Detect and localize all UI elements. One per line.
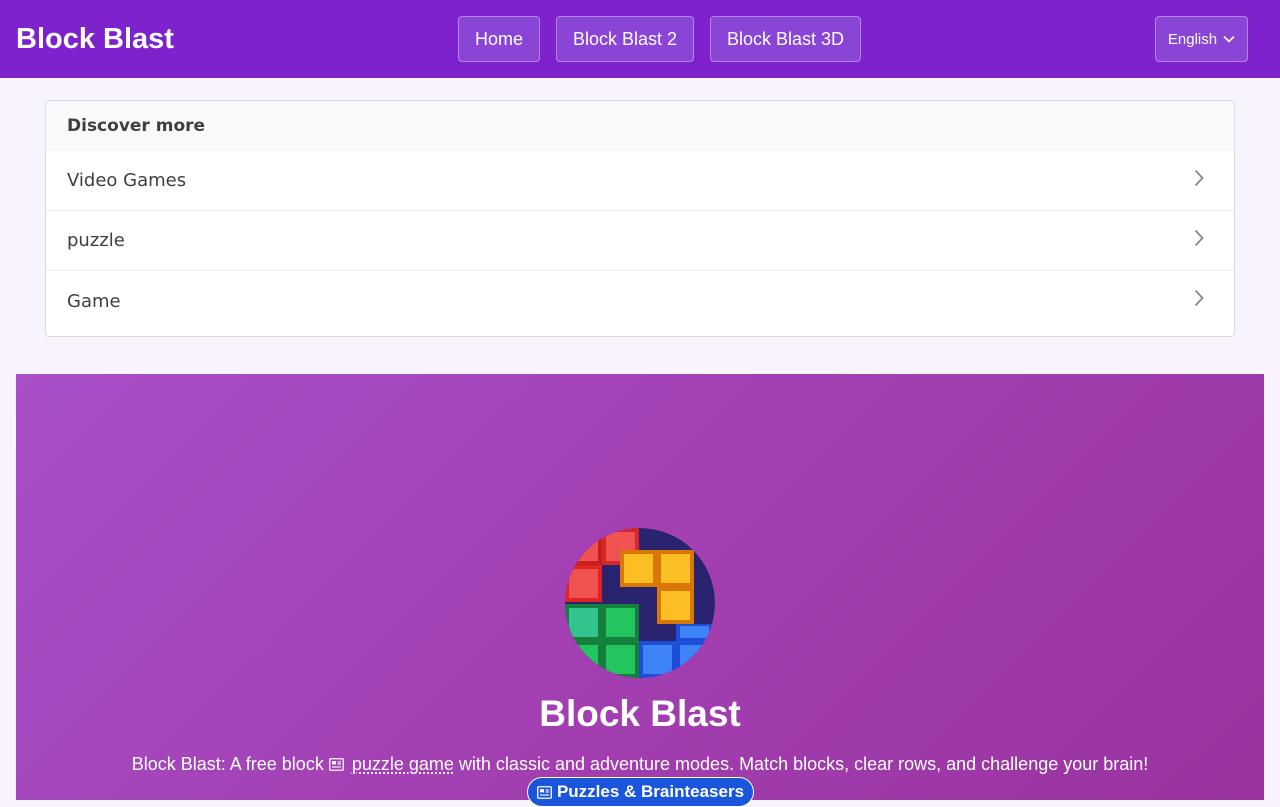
description-text: Block Blast: A free block xyxy=(131,754,324,774)
game-logo xyxy=(565,528,715,678)
block-blast-logo-icon xyxy=(565,528,715,678)
discover-item-label: Video Games xyxy=(67,170,187,191)
discover-more-title: Discover more xyxy=(46,101,1234,151)
language-select[interactable]: English xyxy=(1155,16,1248,62)
nav-block-blast-3d-button[interactable]: Block Blast 3D xyxy=(710,16,861,62)
nav-home-button[interactable]: Home xyxy=(458,16,540,62)
newspaper-icon xyxy=(328,758,344,771)
discover-item-puzzle[interactable]: puzzle xyxy=(46,211,1234,271)
nav-block-blast-2-button[interactable]: Block Blast 2 xyxy=(556,16,694,62)
site-header: Block Blast Home Block Blast 2 Block Bla… xyxy=(0,0,1280,78)
game-description: Block Blast: A free block puzzle game wi… xyxy=(16,752,1264,776)
hero-section: Block Blast Block Blast: A free block pu… xyxy=(16,374,1264,807)
site-brand[interactable]: Block Blast xyxy=(16,20,174,58)
newspaper-icon xyxy=(537,785,552,799)
category-chip[interactable]: Puzzles & Brainteasers xyxy=(527,777,754,807)
chevron-right-icon xyxy=(1194,169,1204,187)
discover-item-label: puzzle xyxy=(67,230,125,251)
discover-item-video-games[interactable]: Video Games xyxy=(46,151,1234,211)
discover-more-panel: Discover more Video Games puzzle Game xyxy=(45,100,1235,337)
discover-item-label: Game xyxy=(67,290,121,312)
language-selected-label: English xyxy=(1167,30,1218,48)
chevron-right-icon xyxy=(1194,289,1204,307)
game-title: Block Blast xyxy=(539,693,741,734)
chevron-down-icon xyxy=(1223,35,1235,43)
category-chip-label: Puzzles & Brainteasers xyxy=(556,782,745,801)
discover-item-game[interactable]: Game xyxy=(46,271,1234,331)
puzzle-game-link[interactable]: puzzle game xyxy=(352,754,454,774)
chevron-right-icon xyxy=(1194,229,1204,247)
description-text: with classic and adventure modes. Match … xyxy=(458,754,1149,774)
